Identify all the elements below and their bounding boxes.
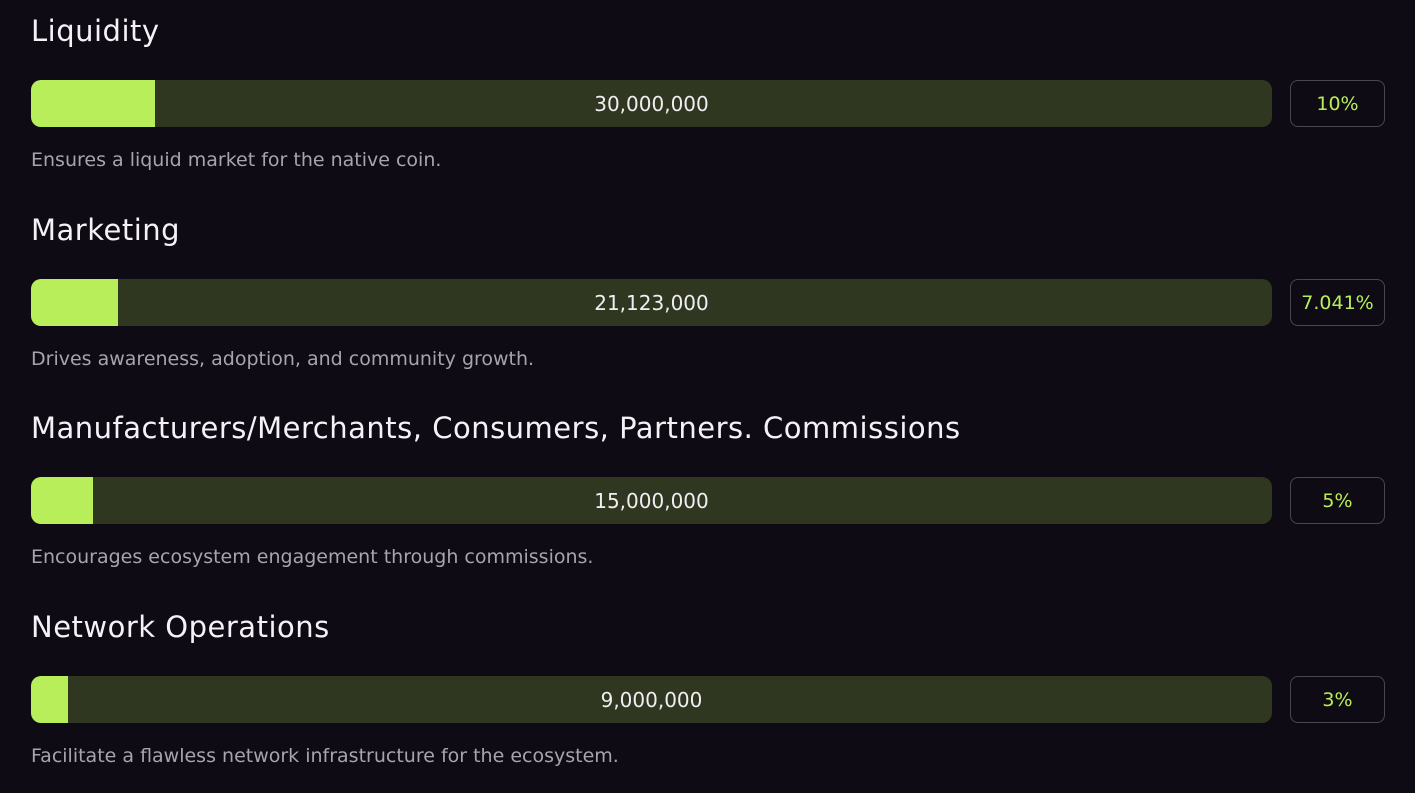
section-title: Network Operations <box>31 610 330 644</box>
allocation-percent-badge: 7.041% <box>1290 279 1385 326</box>
section-description: Drives awareness, adoption, and communit… <box>31 348 535 370</box>
allocation-amount: 15,000,000 <box>594 488 709 513</box>
allocation-bar: 9,000,000 <box>31 676 1272 723</box>
allocation-amount: 21,123,000 <box>594 290 709 315</box>
section-title: Manufacturers/Merchants, Consumers, Part… <box>31 411 961 445</box>
allocation-amount: 30,000,000 <box>594 91 709 116</box>
section-description: Encourages ecosystem engagement through … <box>31 546 594 568</box>
allocation-percent-badge: 5% <box>1290 477 1385 524</box>
allocation-percent-badge: 3% <box>1290 676 1385 723</box>
allocation-amount: 9,000,000 <box>600 687 703 712</box>
allocation-percent-badge: 10% <box>1290 80 1385 127</box>
allocation-section-network-operations: Network Operations 9,000,000 3% Facilita… <box>31 610 1387 780</box>
section-description: Ensures a liquid market for the native c… <box>31 149 442 171</box>
allocation-bar: 21,123,000 <box>31 279 1272 326</box>
allocation-section-marketing: Marketing 21,123,000 7.041% Drives aware… <box>31 213 1387 383</box>
allocation-section-liquidity: Liquidity 30,000,000 10% Ensures a liqui… <box>31 14 1387 184</box>
allocation-bar: 15,000,000 <box>31 477 1272 524</box>
section-title: Marketing <box>31 213 181 247</box>
section-title: Liquidity <box>31 14 160 48</box>
section-description: Facilitate a flawless network infrastruc… <box>31 745 619 767</box>
allocation-section-commissions: Manufacturers/Merchants, Consumers, Part… <box>31 411 1387 581</box>
allocation-bar: 30,000,000 <box>31 80 1272 127</box>
